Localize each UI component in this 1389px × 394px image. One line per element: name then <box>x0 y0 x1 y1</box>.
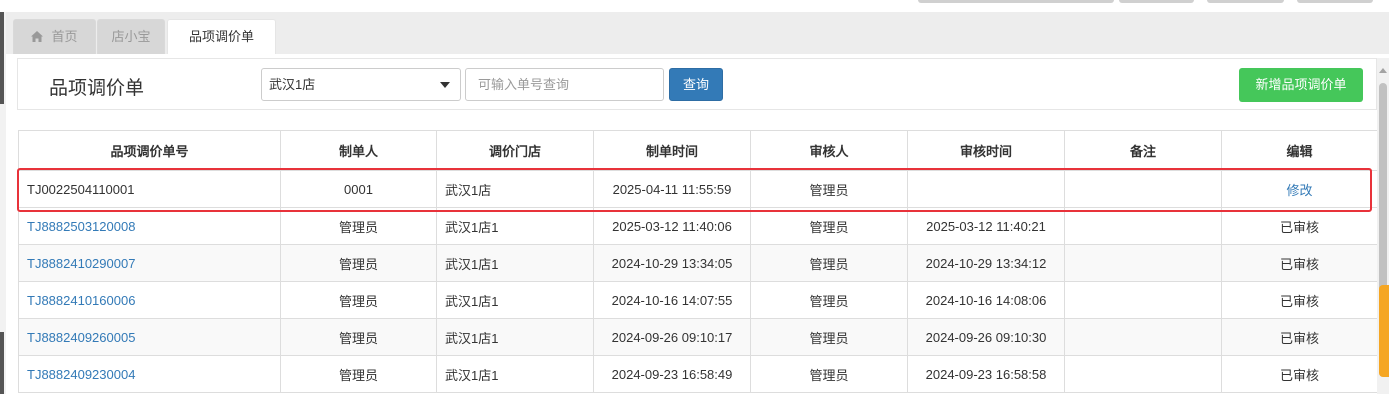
remark-cell <box>1064 281 1222 319</box>
home-icon <box>31 31 44 42</box>
auditor-cell: 管理员 <box>750 244 908 282</box>
remark-cell <box>1064 207 1222 245</box>
status-cell: 已审核 <box>1221 207 1377 245</box>
tab-price-adjust[interactable]: 品项调价单 <box>167 19 276 54</box>
audit-time-cell: 2024-10-29 13:34:12 <box>907 244 1065 282</box>
auditor-cell: 管理员 <box>750 355 908 393</box>
table-header-row: 品项调价单号 制单人 调价门店 制单时间 审核人 审核时间 备注 编辑 <box>18 130 1377 171</box>
order-no-cell: TJ8882503120008 <box>18 207 281 245</box>
store-cell: 武汉1店1 <box>436 244 594 282</box>
status-cell: 已审核 <box>1221 244 1377 282</box>
creator-cell: 0001 <box>280 170 437 208</box>
top-strip <box>0 0 1389 12</box>
left-sidebar-edge <box>0 12 6 394</box>
order-no-link[interactable]: TJ8882503120008 <box>27 219 135 234</box>
column-header[interactable]: 编辑 <box>1221 130 1377 171</box>
top-control[interactable] <box>1297 0 1373 3</box>
store-select-value: 武汉1店 <box>269 77 316 92</box>
created-time-cell: 2024-10-16 14:07:55 <box>593 281 751 319</box>
order-no-cell: TJ8882410160006 <box>18 281 281 319</box>
audit-time-cell <box>907 170 1065 208</box>
status-cell: 已审核 <box>1221 281 1377 319</box>
table-row[interactable]: TJ8882410160006 管理员 武汉1店1 2024-10-16 14:… <box>18 281 1377 319</box>
creator-cell: 管理员 <box>280 244 437 282</box>
column-header[interactable]: 备注 <box>1064 130 1222 171</box>
order-no-cell: TJ0022504110001 <box>18 170 281 208</box>
table-row[interactable]: TJ8882410290007 管理员 武汉1店1 2024-10-29 13:… <box>18 244 1377 282</box>
created-time-cell: 2024-10-29 13:34:05 <box>593 244 751 282</box>
page-title: 品项调价单 <box>49 78 145 99</box>
sidebar-mark <box>0 12 4 104</box>
toolbar-panel: 品项调价单 武汉1店 查询 新增品项调价单 <box>17 58 1377 110</box>
audit-time-cell: 2025-03-12 11:40:21 <box>907 207 1065 245</box>
auditor-cell: 管理员 <box>750 207 908 245</box>
store-cell: 武汉1店1 <box>436 355 594 393</box>
order-no-cell: TJ8882410290007 <box>18 244 281 282</box>
edit-cell: 修改 <box>1221 170 1377 208</box>
column-header[interactable]: 制单时间 <box>593 130 751 171</box>
tab-label: 品项调价单 <box>188 29 254 44</box>
auditor-cell: 管理员 <box>750 281 908 319</box>
auditor-cell: 管理员 <box>750 170 908 208</box>
table-row[interactable]: TJ0022504110001 0001 武汉1店 2025-04-11 11:… <box>18 170 1377 208</box>
column-header[interactable]: 制单人 <box>280 130 437 171</box>
tab-dianxiaobao[interactable]: 店小宝 <box>97 19 165 54</box>
tab-label: 首页 <box>51 29 78 44</box>
add-price-adjust-button[interactable]: 新增品项调价单 <box>1239 68 1363 102</box>
column-header[interactable]: 调价门店 <box>436 130 594 171</box>
created-time-cell: 2024-09-26 09:10:17 <box>593 318 751 356</box>
status-cell: 已审核 <box>1221 318 1377 356</box>
remark-cell <box>1064 170 1222 208</box>
remark-cell <box>1064 355 1222 393</box>
audit-time-cell: 2024-09-26 09:10:30 <box>907 318 1065 356</box>
top-control[interactable] <box>1207 0 1284 3</box>
order-no-link[interactable]: TJ8882409260005 <box>27 330 135 345</box>
order-search-input[interactable] <box>465 68 664 101</box>
order-no-link[interactable]: TJ8882410160006 <box>27 293 135 308</box>
edit-link[interactable]: 修改 <box>1286 183 1312 198</box>
tab-home[interactable]: 首页 <box>13 19 96 54</box>
tab-label: 店小宝 <box>111 29 151 44</box>
audit-time-cell: 2024-09-23 16:58:58 <box>907 355 1065 393</box>
order-no-cell: TJ8882409230004 <box>18 355 281 393</box>
price-adjust-table: 品项调价单号 制单人 调价门店 制单时间 审核人 审核时间 备注 编辑 TJ00… <box>18 130 1377 394</box>
order-no-link[interactable]: TJ8882410290007 <box>27 256 135 271</box>
scroll-up-arrow-icon[interactable] <box>1379 68 1387 73</box>
table-row[interactable]: TJ8882409230004 管理员 武汉1店1 2024-09-23 16:… <box>18 355 1377 393</box>
query-button[interactable]: 查询 <box>669 68 723 101</box>
created-time-cell: 2025-04-11 11:55:59 <box>593 170 751 208</box>
store-cell: 武汉1店1 <box>436 318 594 356</box>
page: 首页 店小宝 品项调价单 品项调价单 武汉1店 查询 新增品项调价单 <box>0 0 1389 394</box>
created-time-cell: 2024-09-23 16:58:49 <box>593 355 751 393</box>
column-header[interactable]: 审核时间 <box>907 130 1065 171</box>
sidebar-mark <box>0 332 4 394</box>
creator-cell: 管理员 <box>280 281 437 319</box>
floating-side-tab[interactable] <box>1379 285 1389 377</box>
table-row[interactable]: TJ8882409260005 管理员 武汉1店1 2024-09-26 09:… <box>18 318 1377 356</box>
creator-cell: 管理员 <box>280 355 437 393</box>
column-header[interactable]: 审核人 <box>750 130 908 171</box>
created-time-cell: 2025-03-12 11:40:06 <box>593 207 751 245</box>
remark-cell <box>1064 244 1222 282</box>
order-no-link[interactable]: TJ8882409230004 <box>27 367 135 382</box>
tab-bar: 首页 店小宝 品项调价单 <box>6 12 1389 54</box>
top-control[interactable] <box>918 0 1114 3</box>
store-cell: 武汉1店1 <box>436 281 594 319</box>
table-row[interactable]: TJ8882503120008 管理员 武汉1店1 2025-03-12 11:… <box>18 207 1377 245</box>
store-cell: 武汉1店1 <box>436 207 594 245</box>
chevron-down-icon <box>440 82 450 88</box>
remark-cell <box>1064 318 1222 356</box>
creator-cell: 管理员 <box>280 207 437 245</box>
order-no-cell: TJ8882409260005 <box>18 318 281 356</box>
top-control[interactable] <box>1119 0 1194 3</box>
store-cell: 武汉1店 <box>436 170 594 208</box>
column-header[interactable]: 品项调价单号 <box>18 130 281 171</box>
auditor-cell: 管理员 <box>750 318 908 356</box>
creator-cell: 管理员 <box>280 318 437 356</box>
status-cell: 已审核 <box>1221 355 1377 393</box>
store-select[interactable]: 武汉1店 <box>261 68 461 101</box>
audit-time-cell: 2024-10-16 14:08:06 <box>907 281 1065 319</box>
